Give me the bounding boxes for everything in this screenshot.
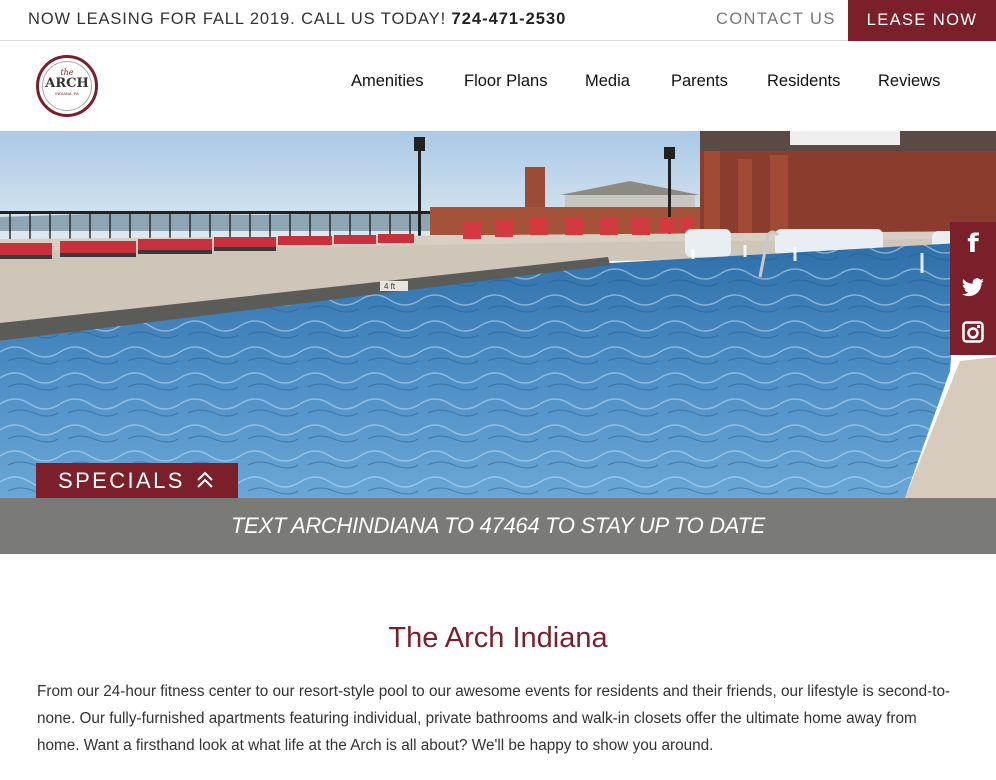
contact-us-link[interactable]: CONTACT US [716,10,836,29]
announcement: NOW LEASING FOR FALL 2019. CALL US TODAY… [28,10,566,29]
page-title: The Arch Indiana [388,622,608,654]
instagram-icon[interactable] [950,310,996,354]
facebook-glyph: f [967,229,979,259]
chevron-up-icon [197,471,213,488]
announcement-text: NOW LEASING FOR FALL 2019. CALL US TODAY… [28,10,452,28]
nav-parents[interactable]: Parents [671,72,728,91]
top-bar: NOW LEASING FOR FALL 2019. CALL US TODAY… [0,0,996,41]
nav-floor-plans[interactable]: Floor Plans [464,72,547,91]
depth-marker: 4 ft [384,282,396,291]
intro-paragraph: From our 24-hour fitness center to our r… [37,683,951,754]
nav-amenities[interactable]: Amenities [351,72,423,91]
nav-media[interactable]: Media [585,72,630,91]
social-sidebar: f [950,222,996,355]
pool-illustration: 4 ft [0,131,996,498]
instagram-camera-icon [962,321,984,343]
twitter-icon[interactable] [950,266,996,310]
text-promo-bar: TEXT ARCHINDIANA TO 47464 TO STAY UP TO … [0,498,996,554]
specials-tab[interactable]: SPECIALS [36,463,238,498]
hero-pool-image: 4 ft [0,131,996,498]
twitter-bird-icon [961,278,984,297]
specials-label: SPECIALS [58,468,185,493]
logo[interactable]: the ARCH INDIANA, PA [36,55,98,117]
lease-now-button[interactable]: LEASE NOW [848,0,996,41]
site-header: the ARCH INDIANA, PA Amenities Floor Pla… [0,41,996,131]
promo-text: TEXT ARCHINDIANA TO 47464 TO STAY UP TO … [230,513,766,538]
nav-reviews[interactable]: Reviews [878,72,940,91]
nav-residents[interactable]: Residents [767,72,840,91]
facebook-icon[interactable]: f [950,222,996,266]
logo-badge: the ARCH INDIANA, PA [42,61,92,111]
phone-link[interactable]: 724-471-2530 [452,10,567,28]
logo-location: INDIANA, PA [55,91,79,96]
logo-name: ARCH [45,76,89,91]
